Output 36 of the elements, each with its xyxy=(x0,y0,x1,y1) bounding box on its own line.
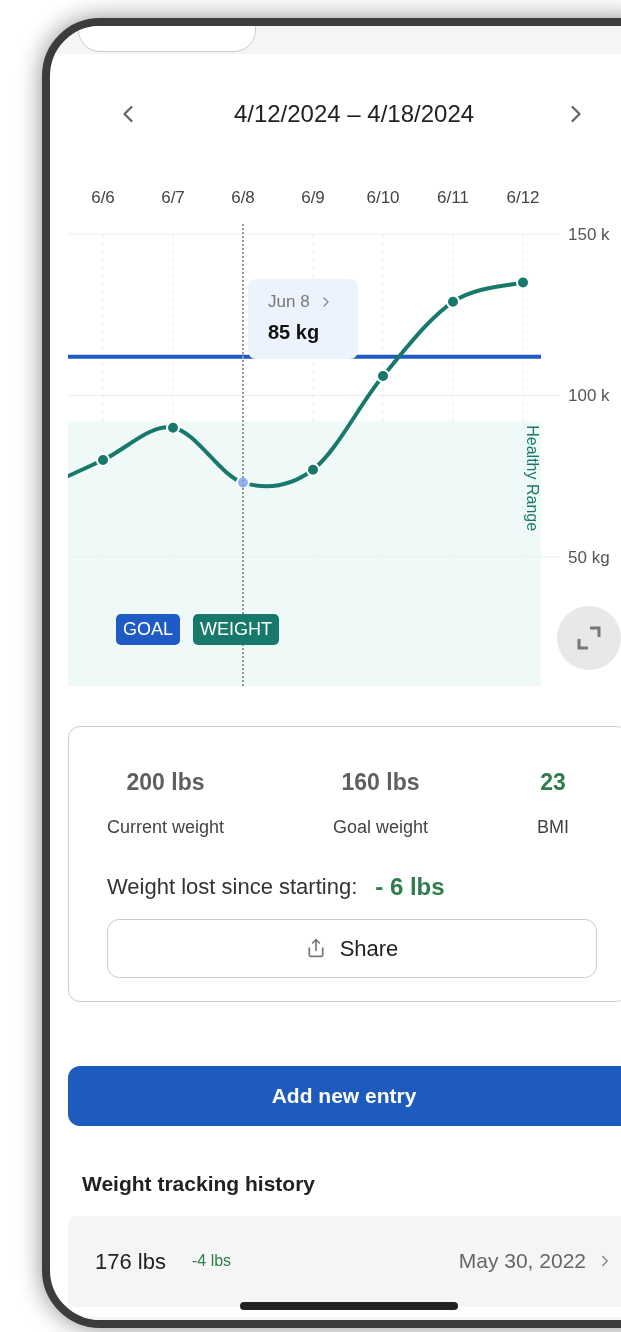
tooltip-value: 85 kg xyxy=(268,319,321,345)
stat-value: 200 lbs xyxy=(126,768,205,797)
legend-badge: GOAL xyxy=(116,614,181,645)
legend-badge: WEIGHT xyxy=(193,614,280,645)
y-axis-label: 50 kg xyxy=(568,547,610,567)
entry-date: May 30, 2022 xyxy=(458,1248,586,1275)
expand-icon xyxy=(576,625,602,651)
stat-label: Goal weight xyxy=(333,815,429,839)
share-button[interactable]: Share xyxy=(107,918,597,978)
y-axis-label: 100 k xyxy=(568,386,610,406)
x-axis-label: 6/6 xyxy=(91,188,115,207)
summary-value: - 6 lbs xyxy=(375,871,445,902)
data-point xyxy=(376,369,390,384)
stat-value: 160 lbs xyxy=(341,768,420,797)
history-row[interactable]: 176 lbs -4 lbs May 30, 2022 xyxy=(68,1215,621,1307)
stat-value: 23 xyxy=(540,768,566,797)
summary-label: Weight lost since starting: xyxy=(107,873,358,901)
entry-change: -4 lbs xyxy=(191,1251,232,1271)
tooltip-date: Jun 8 xyxy=(268,291,310,313)
x-axis-label: 6/9 xyxy=(301,188,325,207)
x-axis-label: 6/12 xyxy=(506,188,540,207)
band-label: Healthy Range xyxy=(524,425,541,532)
data-point xyxy=(96,453,110,467)
x-axis-label: 6/10 xyxy=(366,188,400,207)
stat-label: Current weight xyxy=(107,815,225,839)
entry-weight: 176 lbs xyxy=(95,1247,166,1276)
add-entry-button[interactable]: Add new entry xyxy=(68,1066,621,1126)
data-point xyxy=(446,294,460,309)
x-axis-label: 6/7 xyxy=(161,188,185,207)
x-axis-label: 6/11 xyxy=(437,188,469,207)
data-point xyxy=(516,275,530,290)
stat-label: BMI xyxy=(536,815,569,839)
date-range: 4/12/2024 – 4/18/2024 xyxy=(232,99,476,129)
x-axis-label: 6/8 xyxy=(231,188,255,207)
history-title: Weight tracking history xyxy=(82,1171,315,1197)
y-axis-label: 150 k xyxy=(568,225,610,244)
